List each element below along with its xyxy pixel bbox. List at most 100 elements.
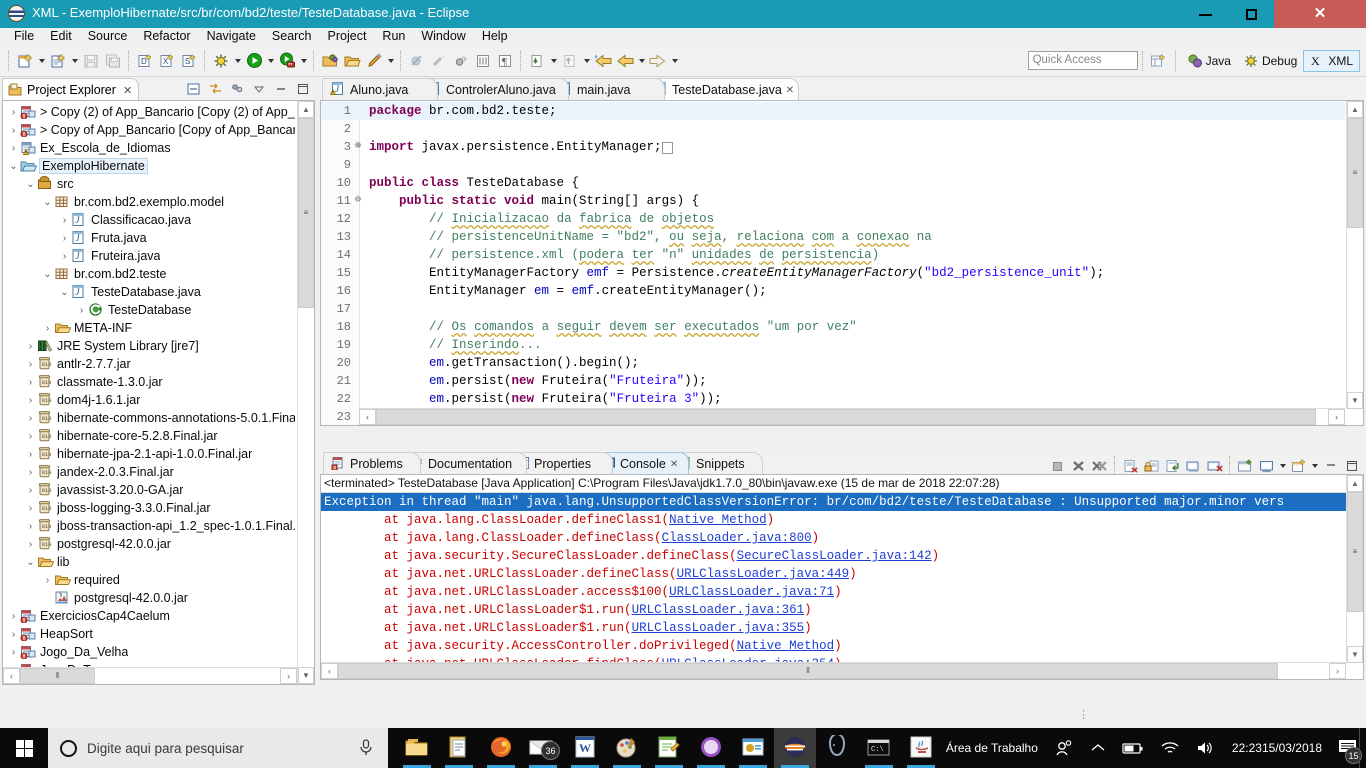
tree-item[interactable]: ⌄ J TesteDatabase.java	[3, 283, 295, 301]
tree-item[interactable]: ⌄ ExemploHibernate	[3, 157, 295, 175]
code-line[interactable]: 1 package br.com.bd2.teste;	[321, 102, 1345, 120]
show-whitespace-button[interactable]	[472, 48, 494, 74]
project-tree-hscrollbar[interactable]: ‹ ⦀ ›	[3, 667, 297, 684]
forward-button[interactable]	[614, 48, 636, 74]
tree-item[interactable]: ⌄ lib	[3, 553, 295, 571]
chevron-down-icon[interactable]: ⌄	[58, 287, 71, 298]
tab-project-explorer[interactable]: Project Explorer ✕	[2, 78, 140, 101]
editor-code-area[interactable]: 1 package br.com.bd2.teste; 2 3 ⊕ import java…	[320, 100, 1364, 426]
new-wizard-dropdown-icon[interactable]	[36, 48, 47, 74]
word-wrap-button[interactable]	[1162, 456, 1183, 476]
new-java-project-button[interactable]	[47, 48, 69, 74]
chevron-right-icon[interactable]: ›	[24, 503, 37, 514]
perspective-java[interactable]: Java	[1181, 51, 1237, 71]
chevron-right-icon[interactable]: ›	[41, 575, 54, 586]
code-line[interactable]: 21 em.persist(new Fruteira("Fruteira"));	[321, 372, 1345, 390]
skip-breakpoints-button[interactable]	[406, 48, 428, 74]
menu-edit[interactable]: Edit	[42, 28, 80, 45]
minimize-button[interactable]	[1182, 0, 1228, 28]
run-dropdown-icon[interactable]	[265, 48, 276, 74]
microphone-icon[interactable]	[358, 739, 374, 757]
save-all-button[interactable]	[102, 48, 124, 74]
menu-refactor[interactable]: Refactor	[135, 28, 198, 45]
code-line[interactable]: 22 em.persist(new Fruteira("Fruteira 3")…	[321, 390, 1345, 408]
scroll-down-icon[interactable]: ▼	[298, 667, 314, 684]
code-line[interactable]: 2	[321, 120, 1345, 138]
menu-run[interactable]: Run	[374, 28, 413, 45]
console-output-line[interactable]: at java.net.URLClassLoader$1.run(URLClas…	[321, 619, 1346, 637]
code-line[interactable]: 3 ⊕ import javax.persistence.EntityManager…	[321, 138, 1345, 156]
tree-item[interactable]: › > Copy of App_Bancario [Copy of App_Ban…	[3, 121, 295, 139]
taskbar-app-button[interactable]: C:\	[858, 728, 900, 768]
new-java-project-dropdown-icon[interactable]	[69, 48, 80, 74]
tree-item[interactable]: postgresql-42.0.0.jar	[3, 589, 295, 607]
tree-item[interactable]: › JRE System Library [jre7]	[3, 337, 295, 355]
chevron-right-icon[interactable]: ›	[7, 107, 20, 118]
stack-trace-link[interactable]: URLClassLoader.java:355	[632, 621, 805, 635]
stack-trace-link[interactable]: URLClassLoader.java:449	[677, 567, 850, 581]
previous-annotation-button[interactable]	[559, 48, 581, 74]
editor-tab[interactable]: J Aluno.java	[322, 78, 438, 101]
open-task-button[interactable]	[341, 48, 363, 74]
editor-hscrollbar[interactable]: ‹ ›	[359, 408, 1345, 425]
chevron-right-icon[interactable]: ›	[58, 233, 71, 244]
debug-button[interactable]	[210, 48, 232, 74]
chevron-right-icon[interactable]: ›	[24, 359, 37, 370]
taskbar-app-button[interactable]	[648, 728, 690, 768]
new-dtd-button[interactable]: D	[134, 48, 156, 74]
taskbar-app-button[interactable]	[774, 728, 816, 768]
vscroll-thumb[interactable]: ≡	[1347, 118, 1363, 228]
console-output-line[interactable]: Exception in thread "main" java.lang.Uns…	[321, 493, 1346, 511]
menu-window[interactable]: Window	[413, 28, 473, 45]
open-console-button[interactable]	[1256, 456, 1277, 476]
chevron-right-icon[interactable]: ›	[7, 125, 20, 136]
breakpoint-tool-button[interactable]	[450, 48, 472, 74]
stack-trace-link[interactable]: Native Method	[669, 513, 767, 527]
tree-item[interactable]: › 010 postgresql-42.0.0.jar	[3, 535, 295, 553]
link-with-editor-button[interactable]	[205, 79, 225, 99]
taskbar-app-button[interactable]	[396, 728, 438, 768]
console-output-area[interactable]: <terminated> TesteDatabase [Java Applica…	[320, 474, 1364, 680]
chevron-down-icon[interactable]: ⌄	[24, 557, 37, 568]
previous-annotation-dropdown-icon[interactable]	[581, 48, 592, 74]
scroll-down-icon[interactable]: ▼	[1347, 392, 1363, 409]
tree-item[interactable]: › Ex_Escola_de_Idiomas	[3, 139, 295, 157]
tree-item[interactable]: › 010 classmate-1.3.0.jar	[3, 373, 295, 391]
taskbar-app-button[interactable]	[816, 728, 858, 768]
chevron-down-icon[interactable]: ⌄	[41, 197, 54, 208]
code-line[interactable]: 19 // Inserindo...	[321, 336, 1345, 354]
console-tab[interactable]: x Problems	[323, 452, 421, 475]
show-console-on-output-button[interactable]	[1183, 456, 1204, 476]
taskbar-app-button[interactable]	[690, 728, 732, 768]
new-xsd-button[interactable]: S	[178, 48, 200, 74]
pilcrow-button[interactable]: ¶	[494, 48, 516, 74]
debug-dropdown-icon[interactable]	[232, 48, 243, 74]
code-line[interactable]: 20 em.getTransaction().begin();	[321, 354, 1345, 372]
project-tree[interactable]: › > Copy (2) of App_Bancario [Copy (2) of…	[2, 100, 315, 685]
chevron-right-icon[interactable]: ›	[75, 305, 88, 316]
taskbar-app-button[interactable]	[900, 728, 942, 768]
perspective-xml[interactable]: X XML	[1303, 49, 1360, 72]
new-console-view-button[interactable]	[1288, 456, 1309, 476]
taskbar-app-button[interactable]	[438, 728, 480, 768]
console-output-line[interactable]: at java.net.URLClassLoader.defineClass(U…	[321, 565, 1346, 583]
chevron-right-icon[interactable]: ›	[58, 251, 71, 262]
console-vscrollbar[interactable]: ▲ ≡ ▼	[1346, 475, 1363, 663]
code-line[interactable]: 10 public class TesteDatabase {	[321, 174, 1345, 192]
remove-launch-button[interactable]	[1068, 456, 1089, 476]
hscroll-thumb[interactable]	[376, 409, 1316, 425]
minimize-view-button[interactable]	[271, 79, 291, 99]
console-output-line[interactable]: at java.lang.ClassLoader.defineClass1(Na…	[321, 511, 1346, 529]
maximize-console-button[interactable]	[1341, 456, 1362, 476]
tree-item[interactable]: › 010 jandex-2.0.3.Final.jar	[3, 463, 295, 481]
scroll-right-icon[interactable]: ›	[280, 668, 297, 684]
tree-item[interactable]: › Jogo_Da_Velha	[3, 643, 295, 661]
tree-item[interactable]: › 010 hibernate-commons-annotations-5.0.1.…	[3, 409, 295, 427]
remove-all-terminated-button[interactable]	[1089, 456, 1110, 476]
tree-item[interactable]: › 010 antlr-2.7.7.jar	[3, 355, 295, 373]
view-menu-button[interactable]	[227, 79, 247, 99]
console-output-line[interactable]: at java.net.URLClassLoader.access$100(UR…	[321, 583, 1346, 601]
maximize-button[interactable]	[1228, 0, 1274, 28]
chevron-down-icon[interactable]: ⌄	[24, 179, 37, 190]
tree-item[interactable]: › HeapSort	[3, 625, 295, 643]
